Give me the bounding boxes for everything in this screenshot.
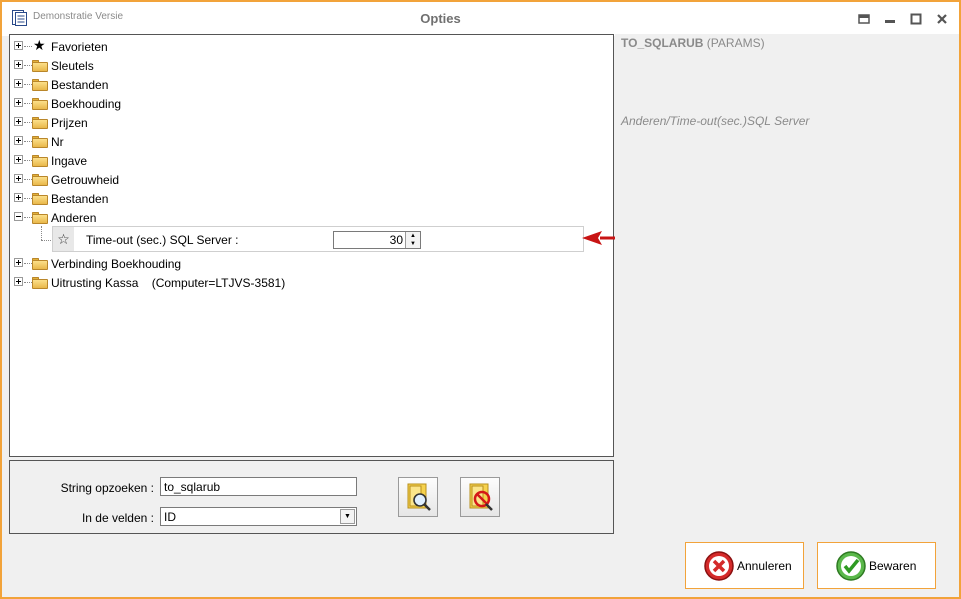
options-window: Demonstratie Versie Opties ★ Favorieten <box>0 0 961 599</box>
window-title: Opties <box>420 11 461 26</box>
tree-connector <box>24 263 32 264</box>
expand-plus-icon[interactable] <box>14 277 23 286</box>
timeout-value-input[interactable] <box>334 232 405 248</box>
check-icon <box>836 550 866 581</box>
star-outline-icon[interactable]: ☆ <box>53 227 74 251</box>
tree-connector <box>24 160 32 161</box>
expand-plus-icon[interactable] <box>14 98 23 107</box>
expand-plus-icon[interactable] <box>14 60 23 69</box>
tree-node-label: Getrouwheid <box>51 173 120 187</box>
tree-connector <box>24 217 32 218</box>
options-tree[interactable]: ★ Favorieten Sleutels Bestanden Boekhoud… <box>9 34 614 457</box>
title-bar[interactable]: Demonstratie Versie Opties <box>2 2 959 36</box>
tree-node-label: Bestanden <box>51 192 109 206</box>
tree-node-label: Boekhouding <box>51 97 122 111</box>
tree-node-label: Bestanden <box>51 78 109 92</box>
chevron-down-icon[interactable]: ▼ <box>340 509 355 524</box>
folder-icon <box>32 277 48 289</box>
search-panel: String opzoeken : In de velden : ID ▼ <box>9 460 614 534</box>
spin-buttons[interactable]: ▲ ▼ <box>405 232 420 248</box>
clear-search-button[interactable] <box>460 477 500 517</box>
folder-no-search-icon <box>469 483 493 511</box>
restore-down-icon[interactable] <box>857 12 871 26</box>
star-icon: ★ <box>33 37 46 53</box>
close-icon[interactable] <box>935 12 949 26</box>
expand-plus-icon[interactable] <box>14 258 23 267</box>
expand-plus-icon[interactable] <box>14 136 23 145</box>
tree-node-label: Uitrusting Kassa (Computer=LTJVS-3581) <box>51 276 286 290</box>
action-bar: Annuleren Bewaren <box>2 537 959 597</box>
expand-plus-icon[interactable] <box>14 155 23 164</box>
tree-connector <box>24 141 32 142</box>
tree-connector <box>24 122 32 123</box>
tree-node-label: Verbinding Boekhouding <box>51 257 182 271</box>
folder-icon <box>32 212 48 224</box>
tree-connector <box>24 65 32 66</box>
expand-plus-icon[interactable] <box>14 41 23 50</box>
tree-connector <box>24 179 32 180</box>
param-id-name: TO_SQLARUB <box>621 36 704 50</box>
tree-node-label: Anderen <box>51 211 97 225</box>
tree-node-label: Ingave <box>51 154 88 168</box>
tree-node-label: Favorieten <box>51 40 108 54</box>
maximize-icon[interactable] <box>909 12 923 26</box>
save-button[interactable]: Bewaren <box>817 542 936 589</box>
minimize-icon[interactable] <box>883 12 897 26</box>
string-search-input[interactable] <box>160 477 357 496</box>
cancel-x-icon <box>704 550 734 581</box>
tree-connector <box>41 240 51 241</box>
tree-connector <box>24 198 32 199</box>
tree-node-label: Nr <box>51 135 64 149</box>
tree-connector <box>24 84 32 85</box>
expand-plus-icon[interactable] <box>14 193 23 202</box>
param-id-group: (PARAMS) <box>706 36 765 50</box>
param-label: Time-out (sec.) SQL Server : <box>86 233 239 247</box>
fields-select-value: ID <box>164 510 176 524</box>
expand-plus-icon[interactable] <box>14 79 23 88</box>
expand-plus-icon[interactable] <box>14 174 23 183</box>
folder-icon <box>32 98 48 110</box>
tree-connector <box>41 226 42 240</box>
param-row-timeout[interactable]: ☆ Time-out (sec.) SQL Server : ▲ ▼ <box>52 226 584 252</box>
cancel-button-label: Annuleren <box>737 558 792 573</box>
tree-node-label: Prijzen <box>51 116 88 130</box>
fields-label: In de velden : <box>81 511 154 525</box>
param-path: Anderen/Time-out(sec.)SQL Server <box>621 114 810 128</box>
tree-connector <box>24 103 32 104</box>
folder-icon <box>32 193 48 205</box>
tree-node-label: Sleutels <box>51 59 94 73</box>
collapse-minus-icon[interactable] <box>14 212 23 221</box>
param-id: TO_SQLARUB (PARAMS) <box>621 36 765 50</box>
tree-connector <box>24 46 32 47</box>
cancel-button[interactable]: Annuleren <box>685 542 804 589</box>
timeout-stepper[interactable]: ▲ ▼ <box>333 231 421 249</box>
folder-icon <box>32 79 48 91</box>
folder-icon <box>32 174 48 186</box>
folder-icon <box>32 60 48 72</box>
fields-select[interactable]: ID ▼ <box>160 507 357 526</box>
folder-icon <box>32 117 48 129</box>
folder-icon <box>32 136 48 148</box>
param-info-panel: TO_SQLARUB (PARAMS) Anderen/Time-out(sec… <box>615 34 959 536</box>
folder-icon <box>32 155 48 167</box>
search-button[interactable] <box>398 477 438 517</box>
folder-icon <box>32 258 48 270</box>
string-search-label: String opzoeken : <box>60 481 154 495</box>
save-button-label: Bewaren <box>869 558 917 573</box>
spin-down-icon[interactable]: ▼ <box>406 240 420 248</box>
expand-plus-icon[interactable] <box>14 117 23 126</box>
tree-connector <box>24 282 32 283</box>
folder-search-icon <box>407 483 431 511</box>
spin-up-icon[interactable]: ▲ <box>406 232 420 240</box>
